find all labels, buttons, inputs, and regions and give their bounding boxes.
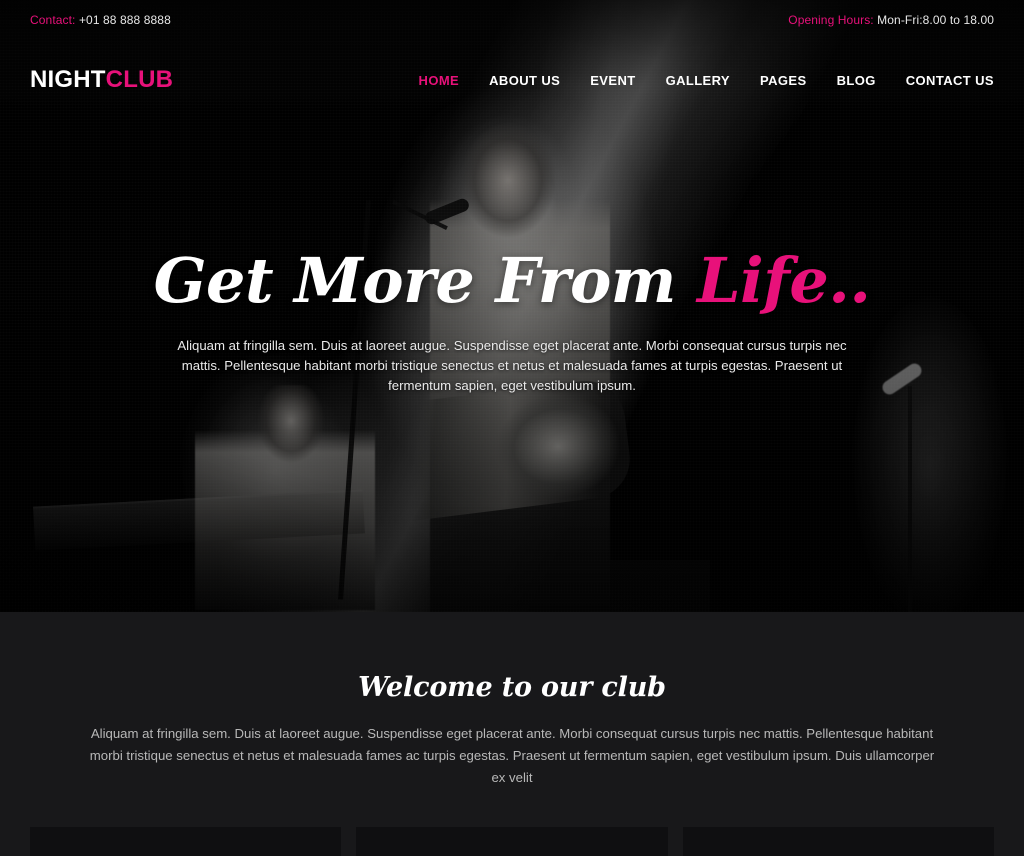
- site-logo[interactable]: NIGHTCLUB: [30, 68, 173, 92]
- hero-headline: Get More From Life..: [88, 250, 936, 312]
- contact-label: Contact:: [30, 13, 76, 27]
- opening-hours-info: Opening Hours: Mon-Fri:8.00 to 18.00: [788, 13, 994, 27]
- nav-item-home[interactable]: HOME: [419, 73, 460, 88]
- hero-headline-accent: Life..: [697, 244, 871, 317]
- hero-section: Contact: +01 88 888 8888 Opening Hours: …: [0, 0, 1024, 612]
- top-info-bar: Contact: +01 88 888 8888 Opening Hours: …: [0, 0, 1024, 40]
- hero-paragraph: Aliquam at fringilla sem. Duis at laoree…: [177, 338, 847, 393]
- feature-card-drinks[interactable]: [682, 827, 994, 856]
- contact-value[interactable]: +01 88 888 8888: [79, 13, 171, 27]
- feature-card-food[interactable]: [30, 827, 342, 856]
- main-navigation-bar: NIGHTCLUB HOME ABOUT US EVENT GALLERY PA…: [0, 55, 1024, 105]
- logo-part-night: NIGHT: [30, 66, 106, 93]
- contact-info: Contact: +01 88 888 8888: [30, 13, 171, 27]
- nav-menu: HOME ABOUT US EVENT GALLERY PAGES BLOG C…: [419, 73, 994, 88]
- feature-card-love[interactable]: [356, 827, 668, 856]
- welcome-paragraph: Aliquam at fringilla sem. Duis at laoree…: [89, 726, 935, 785]
- hero-headline-main: Get More From: [153, 244, 697, 317]
- opening-hours-value: Mon-Fri:8.00 to 18.00: [877, 13, 994, 27]
- logo-part-club: CLUB: [105, 66, 174, 93]
- opening-hours-label: Opening Hours:: [788, 13, 874, 27]
- nav-item-pages[interactable]: PAGES: [760, 73, 807, 88]
- nav-item-about-us[interactable]: ABOUT US: [489, 73, 560, 88]
- feature-cards-row: [0, 827, 1024, 856]
- nav-item-gallery[interactable]: GALLERY: [666, 73, 730, 88]
- nav-item-contact-us[interactable]: CONTACT US: [906, 73, 994, 88]
- welcome-title: Welcome to our club: [358, 672, 666, 703]
- hero-content: Get More From Life.. Aliquam at fringill…: [0, 250, 1024, 396]
- nav-item-event[interactable]: EVENT: [590, 73, 635, 88]
- nav-item-blog[interactable]: BLOG: [837, 73, 876, 88]
- welcome-section: Welcome to our club Aliquam at fringilla…: [0, 612, 1024, 856]
